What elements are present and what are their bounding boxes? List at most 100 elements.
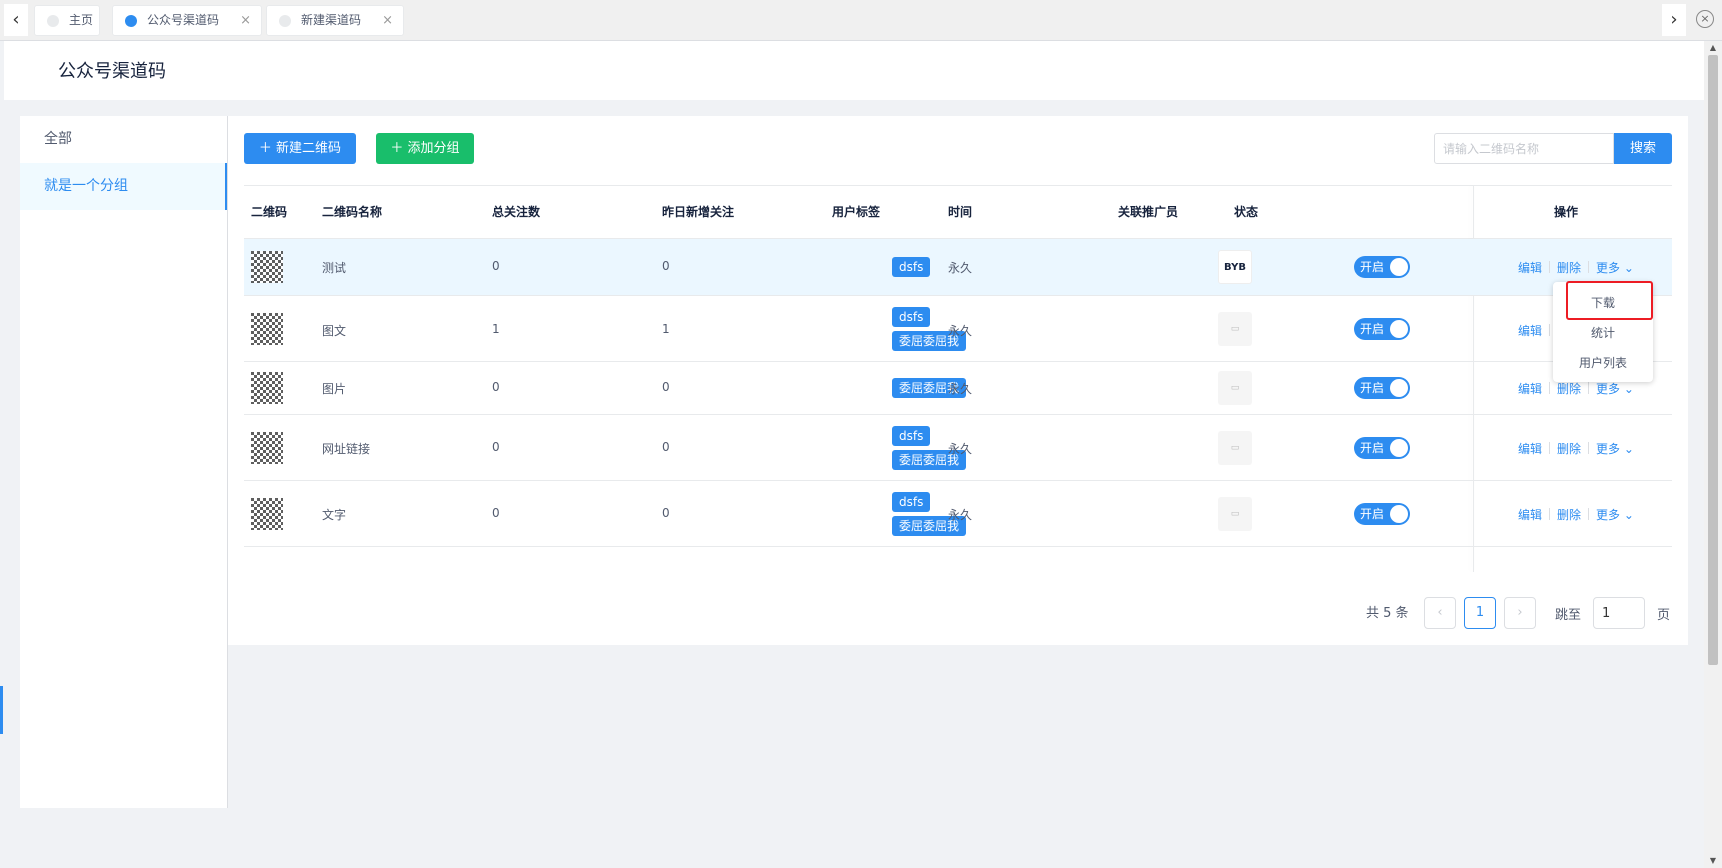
tab-label: 主页 bbox=[69, 13, 94, 27]
action-divider bbox=[1549, 324, 1550, 336]
delete-link[interactable]: 删除 bbox=[1557, 259, 1581, 276]
chevron-down-icon: ⌄ bbox=[1623, 508, 1634, 522]
more-dropdown[interactable]: 更多 ⌄ bbox=[1596, 380, 1634, 397]
tab-close-icon[interactable]: × bbox=[382, 6, 393, 35]
switch-knob bbox=[1390, 379, 1408, 397]
tab-dot-icon bbox=[47, 15, 59, 27]
qr-code-thumbnail[interactable] bbox=[251, 432, 283, 464]
table-row: 测试 0 0 dsfs 永久 BYB 开启 编辑 删除 更多 ⌄ bbox=[244, 239, 1672, 296]
tab-scroll-right-icon[interactable]: › bbox=[1662, 4, 1686, 36]
header-tags: 用户标签 bbox=[832, 205, 881, 219]
left-edge-accent bbox=[0, 686, 3, 734]
user-tag: dsfs bbox=[892, 307, 931, 327]
switch-knob bbox=[1390, 505, 1408, 523]
group-sidebar: 全部 就是一个分组 bbox=[20, 116, 228, 808]
search-button[interactable]: 搜索 bbox=[1614, 133, 1672, 164]
close-all-tabs-icon[interactable]: × bbox=[1696, 10, 1714, 28]
switch-knob bbox=[1390, 320, 1408, 338]
tab-new-channel[interactable]: 新建渠道码 × bbox=[266, 5, 404, 36]
action-divider bbox=[1588, 382, 1589, 394]
edit-link[interactable]: 编辑 bbox=[1518, 440, 1542, 457]
jump-label: 跳至 bbox=[1555, 608, 1582, 623]
new-qr-button[interactable]: ＋ 新建二维码 bbox=[244, 133, 356, 164]
cell-time: 永久 bbox=[948, 324, 973, 338]
tab-scroll-left-icon[interactable]: ‹ bbox=[4, 4, 28, 36]
scroll-down-icon[interactable]: ▼ bbox=[1708, 856, 1718, 866]
user-tag: dsfs bbox=[892, 426, 931, 446]
cell-yesterday: 0 bbox=[662, 440, 670, 454]
cell-name: 网址链接 bbox=[322, 442, 371, 456]
vertical-scrollbar[interactable]: ▲ ▼ bbox=[1704, 41, 1722, 868]
table-row: 图片 0 0 委屈委屈我 永久 ▭ 开启 编辑 删除 更多 ⌄ bbox=[244, 362, 1672, 415]
edit-link[interactable]: 编辑 bbox=[1518, 259, 1542, 276]
delete-link[interactable]: 删除 bbox=[1557, 380, 1581, 397]
table-row: 文字 0 0 dsfs 委屈委屈我 永久 ▭ 开启 编辑 删除 更多 ⌄ bbox=[244, 481, 1672, 547]
page-button-current[interactable]: 1 bbox=[1464, 597, 1496, 629]
menu-item-user-list[interactable]: 用户列表 bbox=[1553, 354, 1653, 371]
status-switch[interactable]: 开启 bbox=[1354, 437, 1410, 459]
status-switch[interactable]: 开启 bbox=[1354, 256, 1410, 278]
action-divider bbox=[1549, 261, 1550, 273]
cell-total: 0 bbox=[492, 506, 500, 520]
scroll-up-icon[interactable]: ▲ bbox=[1708, 43, 1718, 53]
switch-label: 开启 bbox=[1360, 441, 1385, 455]
more-dropdown[interactable]: 更多 ⌄ bbox=[1596, 506, 1634, 523]
tab-close-icon[interactable]: × bbox=[240, 6, 251, 35]
cell-yesterday: 1 bbox=[662, 322, 670, 336]
switch-label: 开启 bbox=[1360, 322, 1385, 336]
promoter-avatar-placeholder: ▭ bbox=[1218, 312, 1252, 346]
edit-link[interactable]: 编辑 bbox=[1518, 506, 1542, 523]
more-label: 更多 bbox=[1596, 261, 1621, 275]
tab-qr-channel[interactable]: 公众号渠道码 × bbox=[112, 5, 262, 36]
status-switch[interactable]: 开启 bbox=[1354, 377, 1410, 399]
qr-code-thumbnail[interactable] bbox=[251, 498, 283, 530]
cell-name: 图文 bbox=[322, 324, 347, 338]
switch-label: 开启 bbox=[1360, 381, 1385, 395]
more-label: 更多 bbox=[1596, 508, 1621, 522]
more-dropdown[interactable]: 更多 ⌄ bbox=[1596, 259, 1634, 276]
promoter-avatar-placeholder: ▭ bbox=[1218, 371, 1252, 405]
cell-total: 0 bbox=[492, 440, 500, 454]
add-group-button[interactable]: ＋ 添加分组 bbox=[376, 133, 474, 164]
status-switch[interactable]: 开启 bbox=[1354, 503, 1410, 525]
table-row: 图文 1 1 dsfs 委屈委屈我 永久 ▭ 开启 编辑 删除 bbox=[244, 296, 1672, 362]
main-panel: ＋ 新建二维码 ＋ 添加分组 搜索 二维码 二维码名称 总关注数 昨日新增关注 … bbox=[228, 116, 1688, 645]
promoter-avatar-placeholder: ▭ bbox=[1218, 497, 1252, 531]
switch-label: 开启 bbox=[1360, 260, 1385, 274]
sidebar-item-group[interactable]: 就是一个分组 bbox=[20, 163, 227, 210]
tab-home[interactable]: 主页 bbox=[34, 5, 100, 36]
scrollbar-thumb[interactable] bbox=[1708, 55, 1718, 665]
search-input[interactable] bbox=[1434, 133, 1614, 164]
chevron-down-icon: ⌄ bbox=[1623, 442, 1634, 456]
cell-total: 1 bbox=[492, 322, 500, 336]
cell-yesterday: 0 bbox=[662, 506, 670, 520]
delete-link[interactable]: 删除 bbox=[1557, 506, 1581, 523]
chevron-down-icon: ⌄ bbox=[1623, 382, 1634, 396]
action-divider bbox=[1549, 508, 1550, 520]
prev-page-icon[interactable]: ‹ bbox=[1424, 597, 1456, 629]
switch-knob bbox=[1390, 439, 1408, 457]
menu-item-statistics[interactable]: 统计 bbox=[1553, 324, 1653, 341]
qr-code-thumbnail[interactable] bbox=[251, 251, 283, 283]
jump-page-input[interactable] bbox=[1593, 597, 1645, 629]
more-dropdown[interactable]: 更多 ⌄ bbox=[1596, 440, 1634, 457]
edit-link[interactable]: 编辑 bbox=[1518, 380, 1542, 397]
cell-name: 测试 bbox=[322, 261, 347, 275]
qr-code-thumbnail[interactable] bbox=[251, 313, 283, 345]
header-time: 时间 bbox=[948, 205, 973, 219]
switch-label: 开启 bbox=[1360, 507, 1385, 521]
next-page-icon[interactable]: › bbox=[1504, 597, 1536, 629]
more-label: 更多 bbox=[1596, 382, 1621, 396]
delete-link[interactable]: 删除 bbox=[1557, 440, 1581, 457]
edit-link[interactable]: 编辑 bbox=[1518, 322, 1542, 339]
promoter-avatar: BYB bbox=[1218, 250, 1252, 284]
cell-time: 永久 bbox=[948, 261, 973, 275]
user-tag: dsfs bbox=[892, 492, 931, 512]
sidebar-item-all[interactable]: 全部 bbox=[20, 116, 227, 163]
header-promoter: 关联推广员 bbox=[1118, 205, 1179, 219]
status-switch[interactable]: 开启 bbox=[1354, 318, 1410, 340]
action-divider bbox=[1588, 261, 1589, 273]
cell-yesterday: 0 bbox=[662, 380, 670, 394]
qr-code-thumbnail[interactable] bbox=[251, 372, 283, 404]
header-actions: 操作 bbox=[1554, 205, 1579, 219]
